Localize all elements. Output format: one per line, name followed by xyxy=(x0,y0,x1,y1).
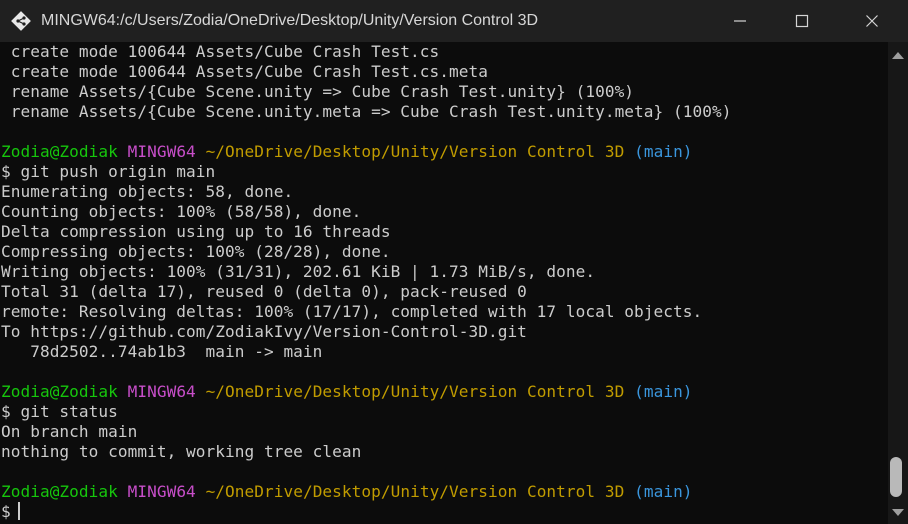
maximize-button[interactable] xyxy=(778,0,826,42)
output-line: rename Assets/{Cube Scene.unity => Cube … xyxy=(1,82,635,101)
git-bash-icon xyxy=(11,11,31,31)
scroll-down-icon[interactable] xyxy=(892,509,904,516)
prompt-path: ~/OneDrive/Desktop/Unity/Version Control… xyxy=(205,482,625,501)
output-line: Delta compression using up to 16 threads xyxy=(1,222,391,241)
prompt-line: Zodia@Zodiak MINGW64 ~/OneDrive/Desktop/… xyxy=(1,382,693,402)
scroll-up-icon[interactable] xyxy=(892,52,904,59)
text-cursor xyxy=(17,502,20,520)
prompt-path: ~/OneDrive/Desktop/Unity/Version Control… xyxy=(205,142,625,161)
output-line: 78d2502..74ab1b3 main -> main xyxy=(1,342,323,361)
minimize-button[interactable] xyxy=(716,0,764,42)
prompt-path: ~/OneDrive/Desktop/Unity/Version Control… xyxy=(205,382,625,401)
prompt-shell: MINGW64 xyxy=(127,142,196,161)
prompt-line: Zodia@Zodiak MINGW64 ~/OneDrive/Desktop/… xyxy=(1,142,693,162)
prompt-user: Zodia@Zodiak xyxy=(1,482,118,501)
prompt-shell: MINGW64 xyxy=(127,382,196,401)
command-line: $ git status xyxy=(1,402,118,421)
output-line: Enumerating objects: 58, done. xyxy=(1,182,294,201)
output-line: To https://github.com/ZodiakIvy/Version-… xyxy=(1,322,527,341)
output-line: rename Assets/{Cube Scene.unity.meta => … xyxy=(1,102,732,121)
prompt-branch: (main) xyxy=(634,382,693,401)
output-line: Compressing objects: 100% (28/28), done. xyxy=(1,242,391,261)
prompt-user: Zodia@Zodiak xyxy=(1,382,118,401)
close-icon xyxy=(866,15,878,27)
output-line: create mode 100644 Assets/Cube Crash Tes… xyxy=(1,42,440,61)
output-line: Total 31 (delta 17), reused 0 (delta 0),… xyxy=(1,282,527,301)
title-bar[interactable]: MINGW64:/c/Users/Zodia/OneDrive/Desktop/… xyxy=(0,0,908,42)
command-line: $ git push origin main xyxy=(1,162,216,181)
prompt-line: Zodia@Zodiak MINGW64 ~/OneDrive/Desktop/… xyxy=(1,482,693,502)
prompt-shell: MINGW64 xyxy=(127,482,196,501)
terminal-window: MINGW64:/c/Users/Zodia/OneDrive/Desktop/… xyxy=(0,0,908,524)
prompt-branch: (main) xyxy=(634,482,693,501)
prompt-branch: (main) xyxy=(634,142,693,161)
minimize-icon xyxy=(734,20,746,22)
output-line: nothing to commit, working tree clean xyxy=(1,442,362,461)
command-line: $ xyxy=(1,502,20,522)
close-button[interactable] xyxy=(848,0,896,42)
output-line: create mode 100644 Assets/Cube Crash Tes… xyxy=(1,62,488,81)
window-title: MINGW64:/c/Users/Zodia/OneDrive/Desktop/… xyxy=(41,12,539,29)
prompt-user: Zodia@Zodiak xyxy=(1,142,118,161)
output-line: remote: Resolving deltas: 100% (17/17), … xyxy=(1,302,703,321)
vertical-scrollbar[interactable] xyxy=(888,42,908,524)
scroll-thumb[interactable] xyxy=(890,457,902,497)
output-line: On branch main xyxy=(1,422,138,441)
terminal-output[interactable]: create mode 100644 Assets/Cube Crash Tes… xyxy=(0,42,888,524)
output-line: Writing objects: 100% (31/31), 202.61 Ki… xyxy=(1,262,596,281)
output-line: Counting objects: 100% (58/58), done. xyxy=(1,202,362,221)
maximize-icon xyxy=(795,14,809,28)
